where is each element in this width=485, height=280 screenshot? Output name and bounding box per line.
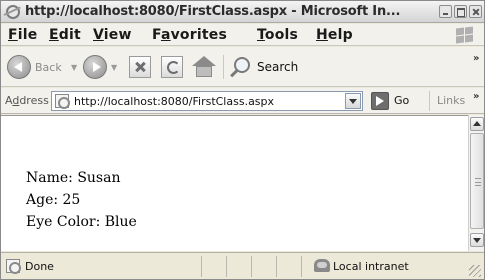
- ie-logo-icon: [6, 5, 20, 19]
- status-text: Done: [25, 260, 54, 273]
- address-label: Address: [5, 94, 49, 107]
- status-bar: Done Local intranet: [1, 252, 484, 279]
- links-overflow-icon[interactable]: »: [473, 91, 479, 102]
- status-separator: [226, 256, 227, 277]
- menu-bar: File Edit View Favorites Tools Help: [1, 24, 484, 46]
- go-button[interactable]: Go: [394, 94, 409, 107]
- go-arrow-icon[interactable]: [371, 92, 389, 110]
- name-line: Name: Susan: [26, 170, 121, 186]
- status-separator: [301, 256, 302, 277]
- address-separator: [429, 91, 430, 111]
- back-dropdown-icon[interactable]: ▼: [71, 63, 77, 72]
- menu-favorites[interactable]: Favorites: [152, 27, 227, 43]
- page-content: Name: Susan Age: 25 Eye Color: Blue: [1, 115, 468, 251]
- status-separator: [276, 256, 277, 277]
- refresh-icon[interactable]: [161, 56, 183, 78]
- toolbar-overflow-icon[interactable]: »: [473, 53, 479, 64]
- standard-toolbar: Back ▼ ▼ Search »: [1, 47, 484, 87]
- stop-icon[interactable]: [129, 56, 151, 78]
- maximize-button[interactable]: [454, 5, 467, 18]
- grip-icon: [475, 178, 481, 186]
- toolbar-separator: [223, 55, 224, 79]
- intranet-zone-icon: [314, 259, 330, 272]
- scroll-thumb[interactable]: [470, 133, 484, 229]
- window-title: http://localhost:8080/FirstClass.aspx - …: [25, 4, 401, 19]
- status-separator: [251, 256, 252, 277]
- scroll-down-icon[interactable]: [470, 233, 484, 247]
- menu-edit[interactable]: Edit: [49, 27, 81, 43]
- title-bar[interactable]: http://localhost:8080/FirstClass.aspx - …: [1, 1, 484, 23]
- status-separator: [201, 256, 202, 277]
- eye-color-line: Eye Color: Blue: [26, 214, 137, 230]
- address-url[interactable]: http://localhost:8080/FirstClass.aspx: [74, 95, 274, 108]
- forward-arrow-icon[interactable]: [83, 55, 107, 79]
- search-button[interactable]: Search: [257, 60, 298, 74]
- forward-dropdown-icon[interactable]: ▼: [111, 63, 117, 72]
- back-label[interactable]: Back: [35, 61, 62, 74]
- links-button[interactable]: Links: [437, 94, 465, 107]
- windows-logo-icon: [454, 26, 474, 44]
- resize-grip-icon[interactable]: [469, 265, 481, 277]
- home-icon[interactable]: [192, 56, 216, 78]
- back-arrow-icon[interactable]: [7, 55, 31, 79]
- vertical-scrollbar[interactable]: [468, 115, 484, 251]
- menu-file[interactable]: File: [8, 27, 37, 43]
- security-zone: Local intranet: [333, 260, 409, 273]
- scroll-up-icon[interactable]: [470, 117, 484, 131]
- close-button[interactable]: [469, 5, 482, 18]
- address-input[interactable]: http://localhost:8080/FirstClass.aspx: [51, 91, 363, 111]
- page-icon: [55, 94, 70, 109]
- search-icon[interactable]: [234, 57, 250, 73]
- menu-help[interactable]: Help: [316, 27, 353, 43]
- address-bar: Address http://localhost:8080/FirstClass…: [1, 88, 484, 114]
- address-dropdown-icon[interactable]: [345, 93, 361, 109]
- page-done-icon: [6, 259, 21, 274]
- menu-tools[interactable]: Tools: [257, 27, 298, 43]
- minimize-button[interactable]: [439, 5, 452, 18]
- age-line: Age: 25: [26, 192, 81, 208]
- menu-view[interactable]: View: [93, 27, 132, 43]
- browser-window: http://localhost:8080/FirstClass.aspx - …: [0, 0, 485, 280]
